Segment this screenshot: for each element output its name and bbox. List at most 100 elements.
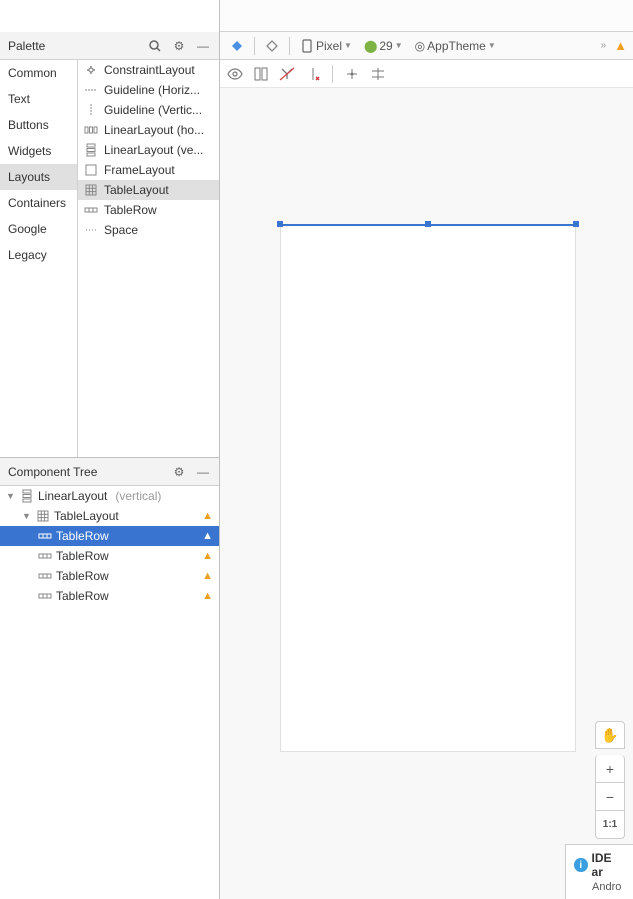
tree-label: TableRow	[56, 569, 109, 583]
design-canvas[interactable]: ✋ + − 1:1 i IDE ar Andro	[220, 88, 633, 899]
zoom-in-button[interactable]: +	[595, 755, 625, 783]
widget-tablerow[interactable]: TableRow	[78, 200, 219, 220]
linear-v-icon	[84, 143, 98, 157]
category-layouts[interactable]: Layouts	[0, 164, 77, 190]
orientation-icon[interactable]	[261, 37, 283, 55]
resize-handle-left[interactable]	[277, 221, 283, 227]
component-tree-title: Component Tree	[8, 465, 171, 479]
api-selector[interactable]: ⬤ 29 ▼	[360, 37, 407, 55]
popup-subtitle: Andro	[574, 881, 625, 893]
widget-label: ConstraintLayout	[104, 63, 195, 77]
widget-linearlayout-h[interactable]: LinearLayout (ho...	[78, 120, 219, 140]
warning-icon: ▲	[202, 510, 213, 522]
toolbar-separator	[289, 37, 290, 55]
palette-header: Palette ⚙ —	[0, 32, 219, 60]
linear-h-icon	[84, 123, 98, 137]
info-icon: i	[574, 858, 588, 872]
theme-selector[interactable]: ◎ AppTheme ▼	[411, 37, 500, 55]
widget-framelayout[interactable]: FrameLayout	[78, 160, 219, 180]
widget-tablelayout[interactable]: TableLayout	[78, 180, 219, 200]
tree-label: TableRow	[56, 529, 109, 543]
chevron-down-icon[interactable]: ▼	[22, 511, 32, 521]
component-tree-body: ▼ LinearLayout (vertical) ▼ TableLayout …	[0, 486, 219, 899]
chevron-down-icon: ▼	[344, 41, 352, 50]
warning-icon: ▲	[202, 590, 213, 602]
warning-icon: ▲	[202, 550, 213, 562]
gear-icon[interactable]: ⚙	[171, 464, 187, 480]
top-spacer	[220, 0, 633, 32]
guideline-v-icon	[84, 103, 98, 117]
tree-item-tablerow-3[interactable]: TableRow ▲	[0, 566, 219, 586]
api-label: 29	[379, 39, 392, 53]
widget-space[interactable]: Space	[78, 220, 219, 240]
category-buttons[interactable]: Buttons	[0, 112, 77, 138]
category-legacy[interactable]: Legacy	[0, 242, 77, 268]
warning-icon: ▲	[202, 530, 213, 542]
pan-button[interactable]: ✋	[595, 721, 625, 749]
notification-popup[interactable]: i IDE ar Andro	[565, 844, 633, 899]
device-selector[interactable]: Pixel ▼	[296, 37, 356, 55]
chevron-down-icon[interactable]: ▼	[6, 491, 16, 501]
component-tree-header: Component Tree ⚙ —	[0, 458, 219, 486]
popup-title: IDE ar	[592, 851, 625, 879]
design-mode-icon[interactable]	[226, 37, 248, 55]
category-text[interactable]: Text	[0, 86, 77, 112]
zoom-fit-button[interactable]: 1:1	[595, 811, 625, 839]
palette-body: Common Text Buttons Widgets Layouts Cont…	[0, 60, 219, 458]
tree-item-tablerow-2[interactable]: TableRow ▲	[0, 546, 219, 566]
zoom-out-button[interactable]: −	[595, 783, 625, 811]
widget-linearlayout-v[interactable]: LinearLayout (ve...	[78, 140, 219, 160]
resize-handle-right[interactable]	[573, 221, 579, 227]
widget-label: Guideline (Horiz...	[104, 83, 200, 97]
guideline-h-icon	[84, 83, 98, 97]
right-panel: Pixel ▼ ⬤ 29 ▼ ◎ AppTheme ▼ » ▲	[220, 0, 633, 899]
autoconnect-icon[interactable]	[278, 65, 296, 83]
eye-icon[interactable]	[226, 65, 244, 83]
widget-label: Guideline (Vertic...	[104, 103, 202, 117]
theme-icon: ◎	[415, 39, 425, 53]
main-container: Palette ⚙ — Common Text Buttons Widgets …	[0, 0, 633, 899]
more-icon[interactable]: »	[597, 38, 611, 53]
tree-label: TableRow	[56, 589, 109, 603]
category-widgets[interactable]: Widgets	[0, 138, 77, 164]
tree-label: LinearLayout	[38, 489, 107, 503]
widget-guideline-v[interactable]: Guideline (Vertic...	[78, 100, 219, 120]
table-icon	[36, 509, 50, 523]
search-icon[interactable]	[147, 38, 163, 54]
tree-item-tablerow-4[interactable]: TableRow ▲	[0, 586, 219, 606]
widget-label: TableRow	[104, 203, 157, 217]
palette-title: Palette	[8, 39, 147, 53]
infer-icon[interactable]	[343, 65, 361, 83]
category-containers[interactable]: Containers	[0, 190, 77, 216]
toolbar-separator	[254, 37, 255, 55]
left-panel: Palette ⚙ — Common Text Buttons Widgets …	[0, 0, 220, 899]
gear-icon[interactable]: ⚙	[171, 38, 187, 54]
minimize-icon[interactable]: —	[195, 38, 211, 54]
tree-item-tablelayout[interactable]: ▼ TableLayout ▲	[0, 506, 219, 526]
clear-constraints-icon[interactable]	[304, 65, 322, 83]
row-icon	[38, 529, 52, 543]
resize-handle-mid[interactable]	[425, 221, 431, 227]
warning-icon[interactable]: ▲	[614, 38, 627, 53]
space-icon	[84, 223, 98, 237]
linear-v-icon	[20, 489, 34, 503]
category-common[interactable]: Common	[0, 60, 77, 86]
device-label: Pixel	[316, 39, 342, 53]
widget-constraintlayout[interactable]: ConstraintLayout	[78, 60, 219, 80]
chevron-down-icon: ▼	[395, 41, 403, 50]
widget-guideline-h[interactable]: Guideline (Horiz...	[78, 80, 219, 100]
tree-label: TableLayout	[54, 509, 119, 523]
toolbar-separator	[332, 65, 333, 83]
widget-list: ConstraintLayout Guideline (Horiz... Gui…	[78, 60, 219, 457]
row-icon	[38, 589, 52, 603]
minimize-icon[interactable]: —	[195, 464, 211, 480]
widget-label: LinearLayout (ve...	[104, 143, 203, 157]
tree-item-tablerow-1[interactable]: TableRow ▲	[0, 526, 219, 546]
widget-label: FrameLayout	[104, 163, 175, 177]
tree-item-linearlayout[interactable]: ▼ LinearLayout (vertical)	[0, 486, 219, 506]
category-google[interactable]: Google	[0, 216, 77, 242]
blueprint-icon[interactable]	[252, 65, 270, 83]
margins-icon[interactable]	[369, 65, 387, 83]
frame-icon	[84, 163, 98, 177]
device-preview[interactable]	[280, 224, 576, 752]
